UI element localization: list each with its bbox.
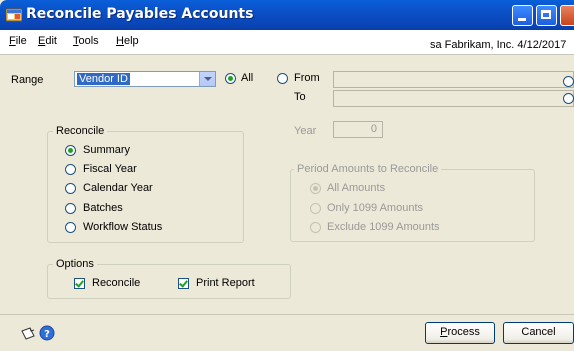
options-print-report-checkbox[interactable] bbox=[178, 278, 189, 289]
options-reconcile-checkbox[interactable] bbox=[74, 278, 85, 289]
maximize-icon bbox=[541, 10, 551, 19]
process-button[interactable]: Process bbox=[425, 322, 495, 344]
period-amounts-title: Period Amounts to Reconcile bbox=[294, 163, 442, 175]
period-exclude-1099-radio[interactable] bbox=[310, 222, 321, 233]
chevron-down-icon[interactable] bbox=[199, 72, 215, 86]
reconcile-calendar-year-radio[interactable] bbox=[65, 183, 76, 194]
period-all-amounts-radio[interactable] bbox=[310, 183, 321, 194]
reconcile-workflow-status-label: Workflow Status bbox=[83, 221, 163, 233]
minimize-button[interactable] bbox=[512, 5, 533, 26]
reconcile-group-title: Reconcile bbox=[53, 125, 108, 137]
options-print-report-label: Print Report bbox=[196, 277, 255, 289]
window-title: Reconcile Payables Accounts bbox=[26, 6, 254, 22]
bottom-separator bbox=[0, 314, 574, 315]
svg-text:?: ? bbox=[44, 329, 50, 340]
menu-bar: File Edit Tools Help sa Fabrikam, Inc. 4… bbox=[0, 30, 574, 55]
app-window-icon bbox=[6, 8, 22, 22]
range-dropdown[interactable]: Vendor ID bbox=[74, 71, 216, 87]
range-label: Range bbox=[11, 74, 44, 86]
menu-help[interactable]: Help bbox=[116, 35, 139, 47]
menu-file[interactable]: File bbox=[9, 35, 27, 47]
reconcile-workflow-status-radio[interactable] bbox=[65, 222, 76, 233]
range-all-radio[interactable] bbox=[225, 73, 236, 84]
range-to-field[interactable] bbox=[333, 90, 574, 107]
range-from-lookup-icon[interactable] bbox=[563, 76, 574, 87]
range-to-lookup-icon[interactable] bbox=[563, 93, 574, 104]
close-button[interactable] bbox=[560, 5, 574, 26]
year-label: Year bbox=[294, 125, 317, 137]
menu-edit[interactable]: Edit bbox=[38, 35, 57, 47]
options-group-title: Options bbox=[53, 258, 97, 270]
range-from-label: From bbox=[294, 72, 320, 84]
help-icon[interactable]: ? bbox=[39, 325, 55, 341]
options-reconcile-label: Reconcile bbox=[92, 277, 141, 289]
company-info: sa Fabrikam, Inc. 4/12/2017 bbox=[430, 39, 567, 51]
year-field[interactable]: 0 bbox=[333, 121, 383, 138]
period-exclude-1099-label: Exclude 1099 Amounts bbox=[327, 221, 440, 233]
range-from-field[interactable] bbox=[333, 71, 574, 88]
period-all-amounts-label: All Amounts bbox=[327, 182, 386, 194]
minimize-icon bbox=[518, 18, 526, 21]
range-to-label: To bbox=[294, 91, 306, 103]
reconcile-fiscal-year-radio[interactable] bbox=[65, 164, 76, 175]
range-all-label: All bbox=[241, 72, 254, 84]
menu-tools[interactable]: Tools bbox=[73, 35, 99, 47]
reconcile-payables-window: Reconcile Payables Accounts File Edit To… bbox=[0, 0, 574, 351]
maximize-button[interactable] bbox=[536, 5, 557, 26]
note-icon[interactable] bbox=[20, 327, 36, 341]
reconcile-summary-label: Summary bbox=[83, 144, 131, 156]
period-only-1099-label: Only 1099 Amounts bbox=[327, 202, 424, 214]
period-only-1099-radio[interactable] bbox=[310, 203, 321, 214]
range-from-radio[interactable] bbox=[277, 73, 288, 84]
reconcile-fiscal-year-label: Fiscal Year bbox=[83, 163, 137, 175]
reconcile-summary-radio[interactable] bbox=[65, 145, 76, 156]
reconcile-calendar-year-label: Calendar Year bbox=[83, 182, 153, 194]
reconcile-batches-label: Batches bbox=[83, 202, 123, 214]
cancel-button[interactable]: Cancel bbox=[503, 322, 574, 344]
title-bar[interactable]: Reconcile Payables Accounts bbox=[0, 0, 574, 30]
range-dropdown-value: Vendor ID bbox=[77, 73, 130, 85]
reconcile-batches-radio[interactable] bbox=[65, 203, 76, 214]
